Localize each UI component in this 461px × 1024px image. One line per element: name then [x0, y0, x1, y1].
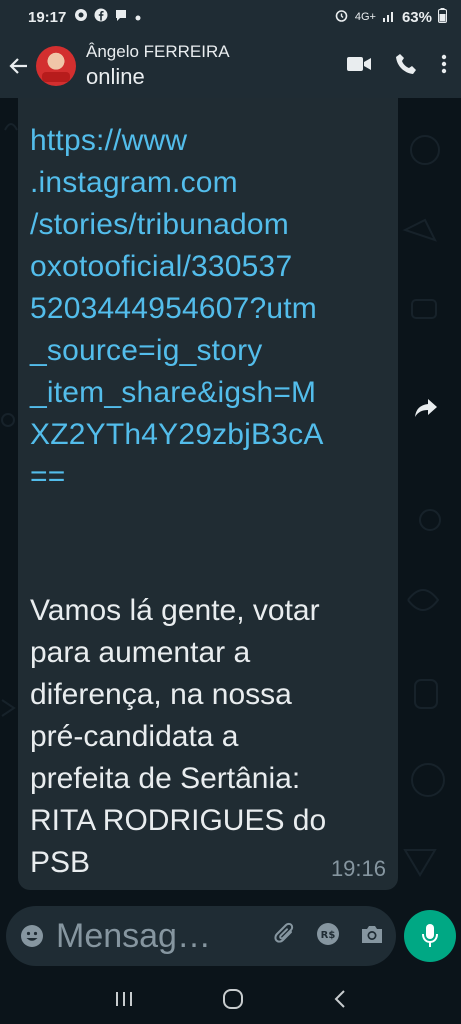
link-line[interactable]: XZ2YTh4Y29zbjB3cA — [30, 414, 382, 456]
home-icon — [223, 988, 244, 1009]
more-vertical-icon — [441, 54, 447, 73]
forward-icon — [415, 399, 437, 417]
message-line: pré-candidata a — [30, 720, 239, 753]
notification-icon — [74, 8, 88, 26]
contact-status: online — [86, 64, 145, 89]
battery-icon — [438, 7, 447, 27]
message-link[interactable]: https://www .instagram.com /stories/trib… — [30, 120, 382, 498]
link-line[interactable]: _item_share&igsh=M — [30, 372, 382, 414]
camera-button[interactable] — [360, 923, 384, 950]
message-line: Vamos lá gente, votar — [30, 594, 320, 627]
status-time: 19:17 — [28, 8, 67, 26]
camera-icon — [362, 925, 382, 943]
network-type: 4G+ — [354, 11, 376, 23]
chat-header: Ângelo FERREIRA online — [0, 34, 461, 98]
avatar[interactable] — [36, 46, 76, 86]
link-line[interactable]: .instagram.com — [30, 162, 382, 204]
link-line[interactable]: https://www — [30, 120, 382, 162]
link-line[interactable]: 5203444954607?utm — [30, 288, 382, 330]
voice-message-button[interactable] — [404, 910, 456, 962]
facebook-icon — [94, 8, 108, 26]
video-call-button[interactable] — [347, 55, 371, 78]
emoji-icon — [21, 925, 43, 947]
svg-text:R$: R$ — [321, 930, 336, 941]
message-composer[interactable]: Mensag… R$ — [6, 906, 396, 966]
currency-icon: R$ — [317, 922, 339, 945]
contact-info[interactable]: Ângelo FERREIRA online — [86, 42, 230, 90]
link-line[interactable]: /stories/tribunadom — [30, 204, 382, 246]
system-nav-bar — [0, 978, 461, 1024]
paperclip-icon — [274, 922, 294, 943]
chat-bubble-icon — [114, 8, 128, 26]
back-nav-button[interactable] — [333, 989, 347, 1014]
home-button[interactable] — [222, 988, 244, 1015]
video-camera-icon — [347, 56, 371, 71]
recent-apps-icon — [116, 991, 133, 1006]
message-line: prefeita de Sertânia: — [30, 762, 301, 795]
message-line: diferença, na nossa — [30, 678, 292, 711]
signal-icon — [382, 9, 396, 26]
message-bubble[interactable]: https://www .instagram.com /stories/trib… — [18, 98, 398, 890]
link-line[interactable]: oxotooficial/330537 — [30, 246, 382, 288]
microphone-icon — [422, 924, 438, 947]
voice-call-button[interactable] — [395, 53, 417, 80]
message-line: para aumentar a — [30, 636, 251, 669]
arrow-left-icon — [9, 58, 27, 74]
forward-button[interactable] — [410, 392, 442, 424]
alarm-icon — [334, 8, 349, 27]
attach-button[interactable] — [274, 922, 296, 951]
back-chevron-icon — [334, 989, 345, 1008]
menu-button[interactable] — [441, 54, 447, 79]
battery-percent: 63% — [401, 8, 432, 26]
emoji-button[interactable] — [18, 922, 46, 950]
status-bar: 19:17 4G+ 63% — [0, 0, 461, 34]
link-line[interactable]: == — [30, 456, 382, 498]
message-input[interactable]: Mensag… — [56, 917, 266, 956]
link-line[interactable]: _source=ig_story — [30, 330, 382, 372]
phone-icon — [396, 53, 416, 74]
message-text: Vamos lá gente, votar para aumentar a di… — [30, 590, 390, 884]
dot-icon — [134, 9, 142, 26]
recent-apps-button[interactable] — [114, 990, 134, 1013]
back-button[interactable] — [2, 34, 36, 98]
payment-button[interactable]: R$ — [316, 922, 340, 951]
message-time: 19:16 — [330, 856, 386, 881]
contact-name: Ângelo FERREIRA — [86, 42, 230, 61]
message-line: RITA RODRIGUES do — [30, 804, 327, 837]
